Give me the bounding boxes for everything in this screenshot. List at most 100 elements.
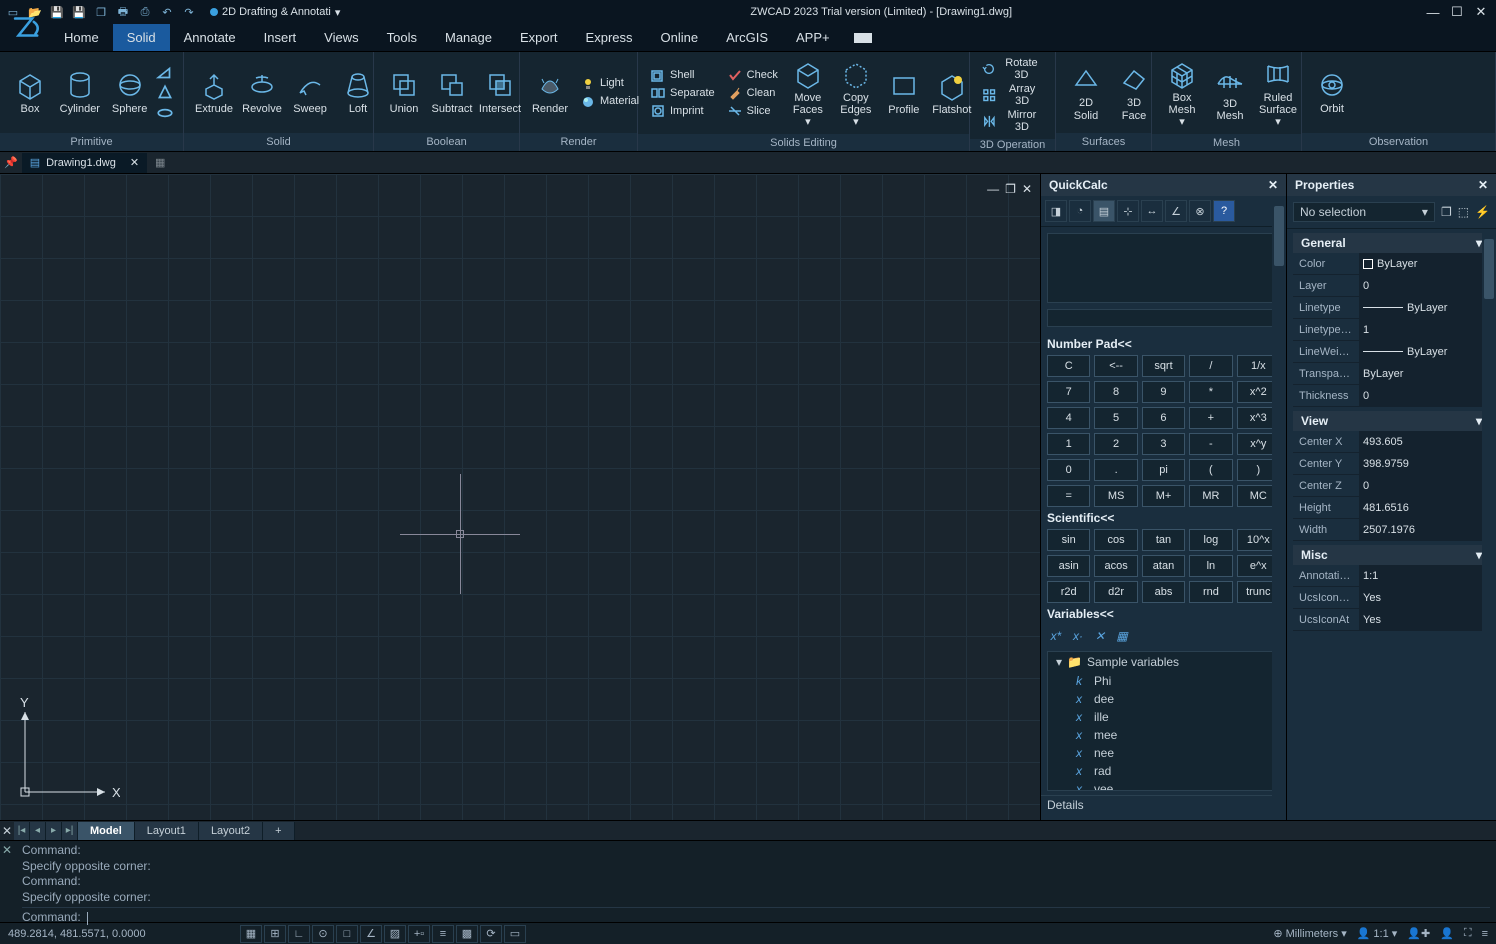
menu-app+[interactable]: APP+: [782, 24, 844, 51]
layout-add-button[interactable]: +: [263, 822, 294, 840]
sphere-button[interactable]: Sphere: [108, 67, 152, 117]
menu-export[interactable]: Export: [506, 24, 572, 51]
numpad-btn-[interactable]: =: [1047, 485, 1090, 507]
layout-prev-icon[interactable]: ◂: [30, 822, 46, 840]
close-icon[interactable]: ✕: [1478, 178, 1488, 192]
ruledsurface-button[interactable]: RuledSurface ▾: [1256, 56, 1300, 130]
layout-close-icon[interactable]: ✕: [0, 824, 14, 838]
snap-toggle[interactable]: ▦: [240, 925, 262, 943]
numpad-btn-[interactable]: -: [1189, 433, 1232, 455]
movefaces-button[interactable]: Move Faces ▾: [786, 56, 830, 130]
maximize-button[interactable]: ☐: [1446, 3, 1468, 21]
quickcalc-header[interactable]: QuickCalc ✕: [1041, 174, 1286, 196]
shell-button[interactable]: Shell: [646, 66, 719, 84]
check-button[interactable]: Check: [723, 66, 782, 84]
dynucs-toggle[interactable]: ▨: [384, 925, 406, 943]
variables-tree[interactable]: ▾📁Sample variables kPhixdeexillexmeexnee…: [1047, 651, 1280, 791]
qat-print-icon[interactable]: 🖶: [114, 3, 132, 21]
scientific-header[interactable]: Scientific<<: [1041, 507, 1286, 529]
menu-online[interactable]: Online: [647, 24, 713, 51]
sci-btn-d2r[interactable]: d2r: [1094, 581, 1137, 603]
status-coords[interactable]: 489.2814, 481.5571, 0.0000: [8, 928, 228, 940]
menu-manage[interactable]: Manage: [431, 24, 506, 51]
numpad-btn-[interactable]: +: [1189, 407, 1232, 429]
close-tab-icon[interactable]: ✕: [130, 156, 139, 169]
drawing-canvas[interactable]: — ❐ ✕ X Y: [0, 174, 1040, 820]
menu-arcgis[interactable]: ArcGIS: [712, 24, 782, 51]
qc-history-icon[interactable]: ◔: [1069, 200, 1091, 222]
layout-next-icon[interactable]: ▸: [46, 822, 62, 840]
profile-button[interactable]: Profile: [882, 68, 926, 118]
light-button[interactable]: Light: [576, 75, 643, 93]
clean-button[interactable]: Clean: [723, 84, 782, 102]
group-header[interactable]: Misc▾: [1293, 545, 1490, 565]
sci-btn-atan[interactable]: atan: [1142, 555, 1185, 577]
menu-home[interactable]: Home: [50, 24, 113, 51]
variable-rad[interactable]: xrad: [1048, 762, 1279, 780]
numpad-header[interactable]: Number Pad<<: [1041, 333, 1286, 355]
rotate3d-button[interactable]: Rotate 3D: [978, 56, 1047, 82]
numpad-btn-1[interactable]: 1: [1047, 433, 1090, 455]
var-new-icon[interactable]: x*: [1047, 627, 1065, 645]
mirror3d-button[interactable]: Mirror 3D: [978, 108, 1047, 134]
workspace-selector[interactable]: 2D Drafting & Annotati ▾: [210, 6, 340, 19]
union-button[interactable]: Union: [382, 67, 426, 117]
sci-btn-rnd[interactable]: rnd: [1189, 581, 1232, 603]
numpad-btn-[interactable]: <--: [1094, 355, 1137, 377]
prop-row-thickness[interactable]: Thickness0: [1293, 385, 1490, 407]
slice-button[interactable]: Slice: [723, 102, 782, 120]
material-button[interactable]: Material: [576, 93, 643, 111]
ortho-toggle[interactable]: ∟: [288, 925, 310, 943]
sweep-button[interactable]: Sweep: [288, 67, 332, 117]
cone-icon[interactable]: [156, 84, 174, 102]
qc-clear-icon[interactable]: ◨: [1045, 200, 1067, 222]
layout-first-icon[interactable]: |◂: [14, 822, 30, 840]
subtract-button[interactable]: Subtract: [430, 67, 474, 117]
wedge-icon[interactable]: [156, 64, 174, 82]
intersect-button[interactable]: Intersect: [478, 67, 522, 117]
menu-tools[interactable]: Tools: [373, 24, 431, 51]
numpad-btn-[interactable]: /: [1189, 355, 1232, 377]
sci-btn-ln[interactable]: ln: [1189, 555, 1232, 577]
prop-row-annotatio[interactable]: Annotatio...1:1: [1293, 565, 1490, 587]
menu-insert[interactable]: Insert: [250, 24, 311, 51]
osnap-toggle[interactable]: □: [336, 925, 358, 943]
boxmesh-button[interactable]: BoxMesh ▾: [1160, 56, 1204, 130]
prop-row-width[interactable]: Width2507.1976: [1293, 519, 1490, 541]
sci-btn-log[interactable]: log: [1189, 529, 1232, 551]
canvas-close-icon[interactable]: ✕: [1022, 182, 1032, 196]
command-input[interactable]: Command:: [22, 907, 1490, 926]
render-button[interactable]: Render: [528, 67, 572, 117]
qat-undo-icon[interactable]: ↶: [158, 3, 176, 21]
numpad-btn-3[interactable]: 3: [1142, 433, 1185, 455]
prop-row-centerz[interactable]: Center Z0: [1293, 475, 1490, 497]
layout-last-icon[interactable]: ▸|: [62, 822, 78, 840]
var-delete-icon[interactable]: ✕: [1091, 627, 1109, 645]
box-button[interactable]: Box: [8, 67, 52, 117]
menu-views[interactable]: Views: [310, 24, 372, 51]
canvas-minimize-icon[interactable]: —: [987, 182, 999, 196]
revolve-button[interactable]: Revolve: [240, 67, 284, 117]
menu-collapse-icon[interactable]: [854, 33, 872, 43]
array3d-button[interactable]: Array 3D: [978, 82, 1047, 108]
prop-row-lineweight[interactable]: LineWeightByLayer: [1293, 341, 1490, 363]
lwt-toggle[interactable]: ≡: [432, 925, 454, 943]
command-close-icon[interactable]: ✕: [0, 841, 16, 922]
numpad-btn-[interactable]: .: [1094, 459, 1137, 481]
select-objects-icon[interactable]: ⬚: [1458, 205, 1469, 219]
copyedges-button[interactable]: Copy Edges ▾: [834, 56, 878, 130]
separate-button[interactable]: Separate: [646, 84, 719, 102]
qat-save-icon[interactable]: 💾: [48, 3, 66, 21]
numpad-btn-pi[interactable]: pi: [1142, 459, 1185, 481]
qc-angle-icon[interactable]: ∠: [1165, 200, 1187, 222]
document-tab[interactable]: ▤ Drawing1.dwg ✕: [22, 153, 147, 173]
numpad-btn-8[interactable]: 8: [1094, 381, 1137, 403]
variable-nee[interactable]: xnee: [1048, 744, 1279, 762]
qat-plot-icon[interactable]: ⎙: [136, 3, 154, 21]
status-scale[interactable]: 👤 1:1 ▾: [1357, 927, 1398, 940]
variables-details[interactable]: Details: [1041, 795, 1286, 815]
command-history[interactable]: Command:Specify opposite corner:Command:…: [16, 841, 1496, 922]
layout-tab-model[interactable]: Model: [78, 822, 135, 840]
quickselect-icon[interactable]: ⚡: [1475, 205, 1490, 219]
prop-row-ucsiconon[interactable]: UcsIconOnYes: [1293, 587, 1490, 609]
